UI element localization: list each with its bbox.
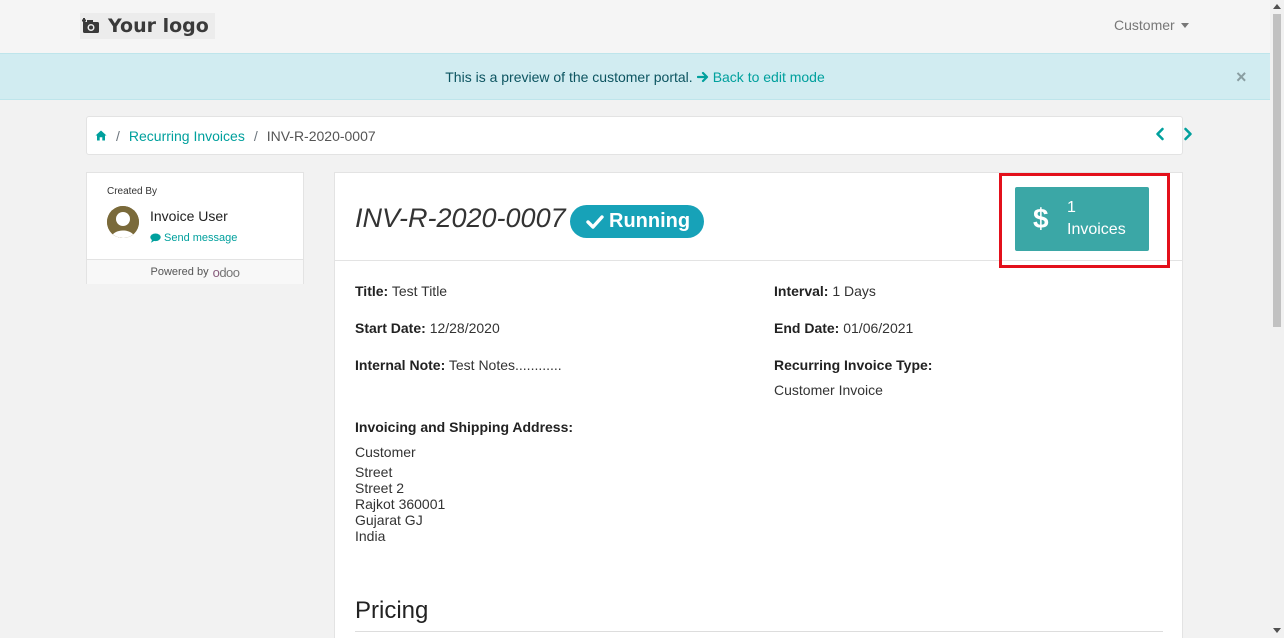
breadcrumb-separator: / (116, 127, 120, 144)
invoices-smart-button[interactable]: $ 1 Invoices (1015, 187, 1149, 251)
breadcrumb-current: INV-R-2020-0007 (266, 127, 376, 144)
arrow-right-icon (696, 71, 708, 82)
camera-icon (82, 18, 99, 33)
comment-icon (150, 233, 161, 243)
record-pager (1155, 127, 1193, 141)
odoo-logo[interactable]: odoo (213, 265, 240, 280)
address-line: India (355, 528, 386, 544)
field-interval: Interval: 1 Days (774, 283, 876, 299)
field-start-date-value: 12/28/2020 (429, 320, 500, 336)
check-icon (586, 214, 604, 229)
user-name: Invoice User (150, 208, 228, 224)
field-invoice-type: Recurring Invoice Type: (774, 357, 932, 373)
field-invoice-type-value: Customer Invoice (774, 382, 883, 398)
back-to-edit-label: Back to edit mode (712, 68, 825, 85)
user-avatar-icon (107, 206, 139, 238)
home-icon[interactable] (95, 130, 107, 141)
user-menu-dropdown[interactable]: Customer (1114, 17, 1189, 33)
powered-by-label: Powered by (150, 266, 209, 278)
field-end-date-label: End Date: (774, 320, 840, 336)
scroll-up-icon[interactable] (1273, 4, 1281, 9)
avatar (107, 206, 139, 238)
user-menu-label: Customer (1114, 17, 1175, 33)
field-invoice-type-label: Recurring Invoice Type: (774, 357, 933, 373)
page-scrollbar[interactable] (1270, 0, 1284, 638)
send-message-label: Send message (164, 232, 238, 244)
address-line: Gujarat GJ (355, 512, 423, 528)
top-navbar: Your logo Customer (0, 0, 1270, 53)
invoices-smart-button-text: 1 Invoices (1067, 197, 1126, 241)
pricing-heading: Pricing (355, 597, 429, 624)
field-start-date-label: Start Date: (355, 320, 426, 336)
breadcrumb-separator: / (253, 127, 258, 144)
divider (355, 631, 1163, 632)
address-line: Rajkot 360001 (355, 496, 446, 512)
scrollbar-thumb[interactable] (1273, 14, 1281, 327)
powered-by: Powered by odoo (87, 259, 303, 284)
created-by-card: Created By Invoice User Send message Pow… (86, 172, 304, 284)
field-end-date-value: 01/06/2021 (843, 320, 914, 336)
company-logo[interactable]: Your logo (80, 13, 215, 39)
field-address-label: Invoicing and Shipping Address: (355, 419, 573, 435)
breadcrumb: / Recurring Invoices / INV-R-2020-0007 (86, 116, 1192, 155)
preview-banner: This is a preview of the customer portal… (0, 53, 1270, 100)
address-line: Customer (355, 444, 416, 460)
address-label: Invoicing and Shipping Address: (355, 419, 574, 435)
field-start-date: Start Date: 12/28/2020 (355, 320, 500, 336)
invoice-label: Invoices (1067, 221, 1126, 238)
field-internal-note-label: Internal Note: (355, 357, 446, 373)
field-title-value: Test Title (391, 283, 448, 299)
breadcrumb-recurring-invoices[interactable]: Recurring Invoices (129, 128, 245, 144)
address-line: Street (355, 464, 393, 480)
chevron-right-icon[interactable] (1183, 127, 1193, 141)
field-internal-note: Internal Note: Test Notes............ (355, 357, 562, 373)
field-title: Title: Test Title (355, 283, 447, 299)
logo-text: Your logo (108, 15, 209, 37)
address-block: Customer Street Street 2 Rajkot 360001 G… (355, 444, 445, 544)
status-label: Running (609, 210, 691, 232)
created-by-label: Created By (107, 186, 158, 197)
scroll-down-icon[interactable] (1273, 628, 1281, 633)
field-interval-label: Interval: (774, 283, 829, 299)
send-message-link[interactable]: Send message (150, 232, 237, 244)
dollar-icon: $ (1033, 203, 1049, 234)
close-banner-button[interactable]: × (1236, 67, 1247, 88)
back-to-edit-link[interactable]: Back to edit mode (696, 68, 825, 85)
chevron-left-icon[interactable] (1155, 127, 1165, 141)
field-interval-value: 1 Days (832, 283, 876, 299)
caret-down-icon (1180, 22, 1189, 28)
record-header: INV-R-2020-0007 Running $ 1 Invoices (335, 173, 1182, 268)
recurring-invoice-card: INV-R-2020-0007 Running $ 1 Invoices Tit… (334, 172, 1183, 638)
field-end-date: End Date: 01/06/2021 (774, 320, 913, 336)
address-line: Street 2 (355, 480, 405, 496)
record-title: INV-R-2020-0007 (355, 203, 566, 233)
status-badge: Running (570, 205, 705, 238)
preview-banner-text: This is a preview of the customer portal… (445, 68, 693, 85)
field-title-label: Title: (355, 283, 389, 299)
field-internal-note-value: Test Notes............ (448, 357, 562, 373)
invoice-count: 1 (1067, 199, 1076, 216)
